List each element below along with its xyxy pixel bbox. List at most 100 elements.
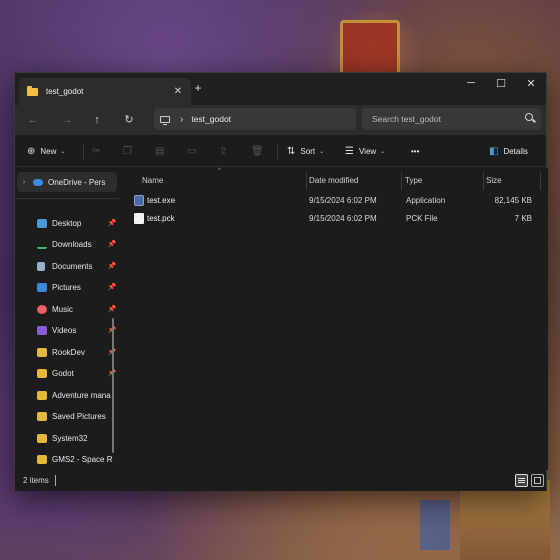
file-size: 7 KB — [514, 214, 532, 223]
sidebar-item-downloads[interactable]: Downloads 📌 — [15, 234, 119, 254]
sidebar-divider — [15, 198, 119, 199]
sidebar-item-desktop[interactable]: Desktop 📌 — [15, 213, 119, 233]
view-icon: ☰ — [345, 145, 354, 157]
file-type: Application — [406, 196, 446, 205]
column-divider[interactable] — [306, 172, 307, 190]
sort-button[interactable]: ⇅ Sort ⌄ — [287, 143, 324, 159]
pin-icon: 📌 — [107, 306, 117, 313]
divider — [277, 145, 278, 159]
onedrive-cloud-icon — [33, 178, 43, 186]
sort-icon: ⇅ — [287, 145, 296, 157]
file-icon — [134, 213, 144, 224]
exe-icon — [134, 195, 144, 206]
file-explorer-window: test_godot ✕ + ─ ☐ ✕ ← → ↑ ↻ › test_godo… — [14, 72, 548, 491]
column-divider[interactable] — [540, 172, 541, 190]
file-date: 9/15/2024 6:02 PM — [309, 196, 377, 205]
tiles-view-button[interactable] — [531, 474, 544, 487]
column-divider[interactable] — [401, 172, 402, 190]
search-placeholder: Search test_godot — [372, 114, 441, 124]
sidebar-item-label: Music — [52, 304, 73, 314]
folder-icon — [37, 390, 47, 400]
more-options-button[interactable]: ••• — [411, 143, 419, 159]
delete-button[interactable]: 🗑 — [251, 143, 269, 159]
sidebar-item-system32[interactable]: System32 — [15, 428, 119, 448]
plus-circle-icon: ⊕ — [27, 145, 36, 157]
details-label: Details — [503, 146, 528, 156]
sidebar-item-label: Downloads — [52, 239, 92, 249]
sidebar-item-label: Saved Pictures — [52, 411, 106, 421]
view-button[interactable]: ☰ View ⌄ — [345, 143, 385, 159]
file-list: ^ Name Date modified Type Size test.exe … — [122, 168, 548, 470]
tiles-view-icon — [534, 477, 541, 484]
sort-label: Sort — [300, 146, 316, 156]
file-size: 82,145 KB — [494, 196, 532, 205]
status-divider — [55, 475, 56, 486]
pin-icon: 📌 — [107, 263, 117, 270]
list-view-icon — [518, 478, 525, 479]
breadcrumb[interactable]: test_godot — [191, 114, 231, 124]
this-pc-icon — [160, 115, 170, 125]
paste-button[interactable]: ▤ — [155, 143, 169, 159]
column-divider[interactable] — [483, 172, 484, 190]
up-button[interactable]: ↑ — [87, 111, 107, 129]
refresh-button[interactable]: ↻ — [119, 111, 139, 129]
sidebar-item-documents[interactable]: Documents 📌 — [15, 256, 119, 276]
tab-test-godot[interactable]: test_godot ✕ — [19, 78, 191, 105]
file-row-test-exe[interactable]: test.exe 9/15/2024 6:02 PM Application 8… — [122, 192, 548, 210]
chevron-down-icon: ⌄ — [60, 148, 66, 155]
sidebar-item-gms2[interactable]: GMS2 - Space R — [15, 449, 119, 469]
search-input[interactable]: Search test_godot — [362, 108, 541, 130]
column-header-size[interactable]: Size — [486, 176, 502, 190]
rename-button[interactable]: ▭ — [187, 143, 201, 159]
navigation-bar: ← → ↑ ↻ › test_godot Search test_godot — [15, 105, 546, 135]
copy-button[interactable]: ❐ — [123, 143, 137, 159]
breadcrumb-chevron-icon: › — [180, 113, 184, 125]
details-view-button[interactable] — [515, 474, 528, 487]
chevron-right-icon[interactable]: › — [17, 179, 31, 186]
file-name: test.pck — [147, 214, 175, 223]
sidebar-item-onedrive[interactable]: › OneDrive - Pers — [17, 172, 117, 192]
videos-icon — [37, 325, 47, 335]
column-header-name[interactable]: Name — [142, 176, 163, 190]
tab-title: test_godot — [46, 87, 84, 96]
sidebar-item-label: Documents — [52, 261, 93, 271]
sidebar-item-godot[interactable]: Godot 📌 — [15, 363, 119, 383]
minimize-button[interactable]: ─ — [456, 77, 486, 89]
maximize-button[interactable]: ☐ — [486, 77, 516, 90]
chevron-down-icon: ⌄ — [319, 148, 325, 155]
new-button[interactable]: ⊕ New ⌄ — [27, 143, 65, 159]
tab-close-icon[interactable]: ✕ — [169, 86, 187, 97]
share-button[interactable]: ⇪ — [219, 143, 232, 159]
sidebar-item-adventure[interactable]: Adventure mana — [15, 385, 119, 405]
search-icon — [525, 113, 533, 121]
status-bar: 2 items — [15, 471, 546, 491]
pin-icon: 📌 — [107, 220, 117, 227]
sidebar-item-music[interactable]: Music 📌 — [15, 299, 119, 319]
address-bar[interactable]: › test_godot — [154, 108, 356, 130]
sidebar-item-label: Godot — [52, 368, 74, 378]
sidebar-item-rookdev[interactable]: RookDev 📌 — [15, 342, 119, 362]
sidebar-scrollbar[interactable] — [112, 318, 114, 453]
details-pane-icon: ◧ — [489, 145, 499, 157]
sidebar-item-saved-pictures[interactable]: Saved Pictures — [15, 406, 119, 426]
new-tab-button[interactable]: + — [190, 81, 206, 95]
background-lantern — [340, 20, 400, 75]
file-date: 9/15/2024 6:02 PM — [309, 214, 377, 223]
sidebar-item-label: OneDrive - Pers — [48, 177, 106, 187]
chevron-down-icon: ⌄ — [380, 148, 386, 155]
trash-icon: 🗑 — [251, 145, 264, 157]
file-row-test-pck[interactable]: test.pck 9/15/2024 6:02 PM PCK File 7 KB — [122, 210, 548, 228]
close-window-button[interactable]: ✕ — [516, 77, 546, 90]
column-header-type[interactable]: Type — [405, 176, 422, 190]
details-pane-button[interactable]: ◧ Details — [489, 143, 528, 159]
sidebar-item-videos[interactable]: Videos 📌 — [15, 320, 119, 340]
back-button[interactable]: ← — [23, 111, 43, 129]
sidebar-item-pictures[interactable]: Pictures 📌 — [15, 277, 119, 297]
column-header-date-modified[interactable]: Date modified — [309, 176, 358, 190]
cut-button[interactable]: ✂ — [92, 143, 105, 159]
desktop-icon — [37, 218, 47, 228]
clipboard-icon: ▤ — [155, 145, 165, 157]
title-bar: test_godot ✕ + ─ ☐ ✕ — [15, 73, 546, 105]
folder-icon — [37, 433, 47, 443]
forward-button[interactable]: → — [57, 111, 77, 129]
